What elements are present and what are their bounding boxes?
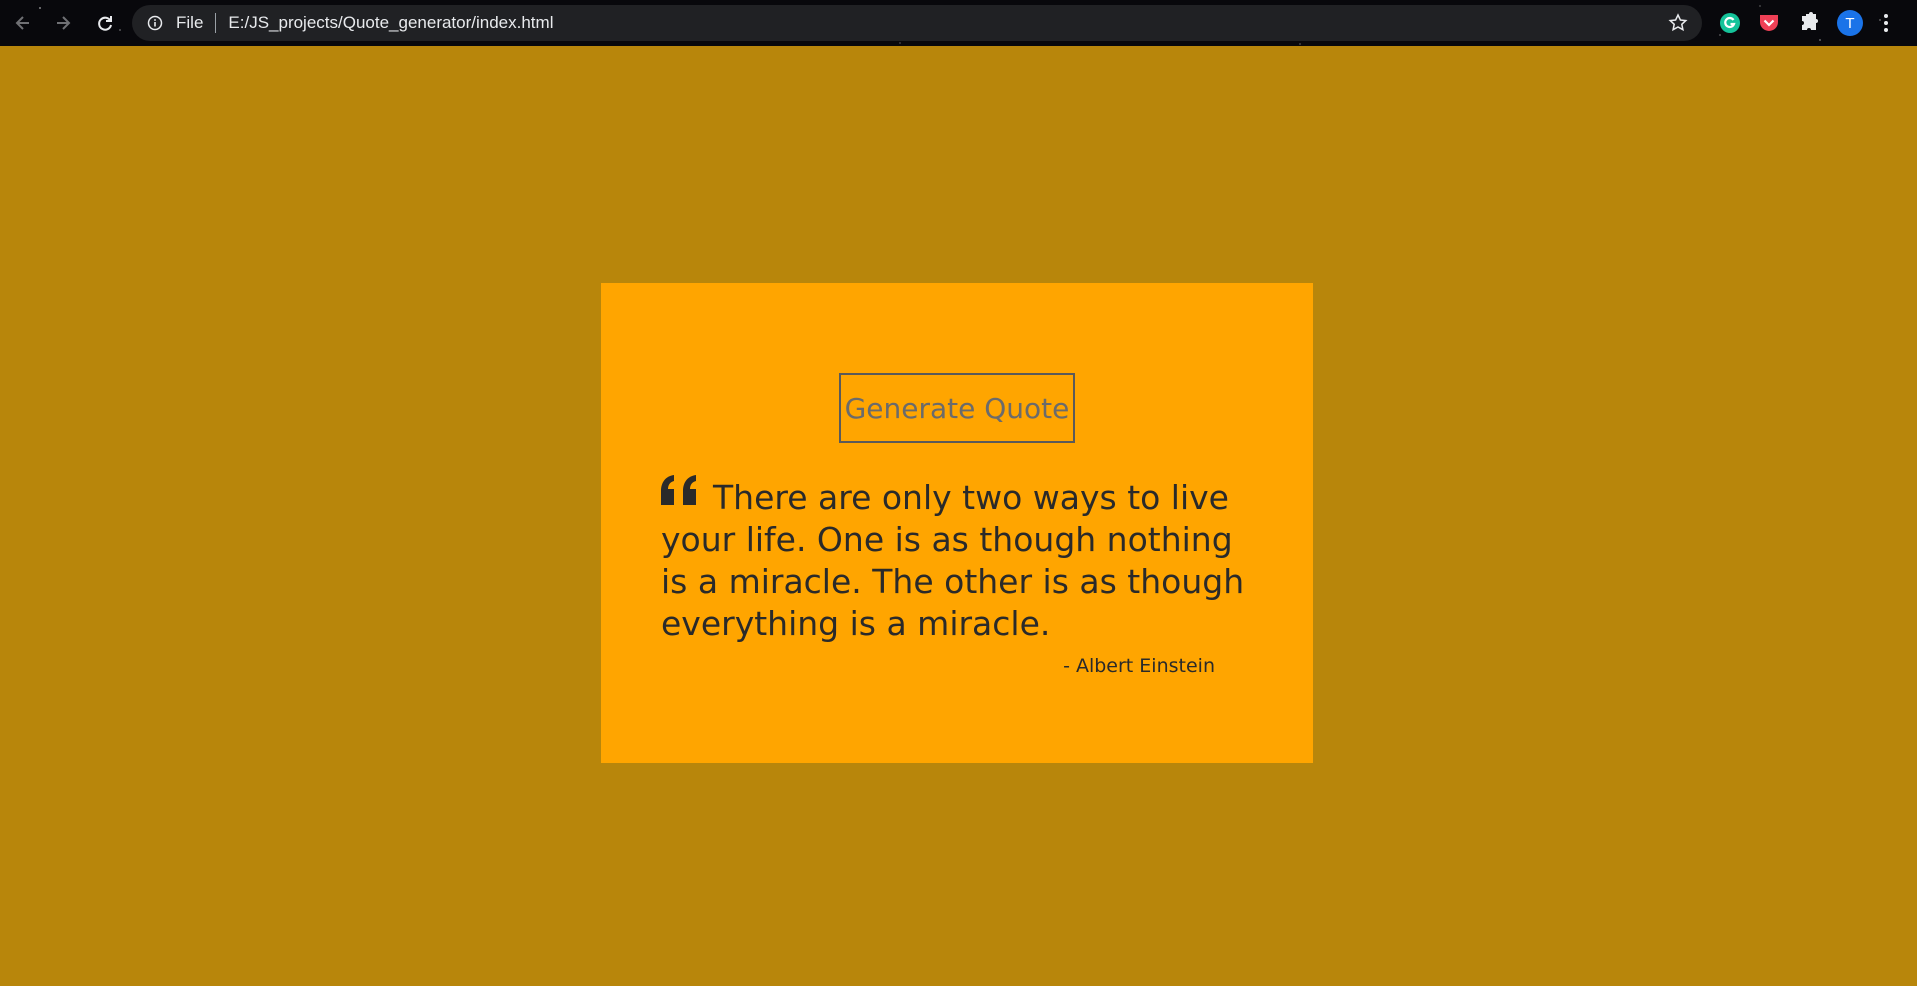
grammarly-extension[interactable] [1718, 11, 1742, 35]
back-button[interactable] [8, 8, 38, 38]
info-icon [147, 15, 163, 31]
url-text[interactable]: E:/JS_projects/Quote_generator/index.htm… [228, 13, 553, 33]
back-icon [15, 16, 29, 30]
browser-menu-button[interactable] [1882, 11, 1890, 35]
generate-quote-button[interactable]: Generate Quote [839, 373, 1075, 443]
pocket-extension[interactable] [1757, 11, 1781, 35]
site-info-label: File [176, 13, 204, 32]
star-icon [1668, 13, 1688, 32]
bookmark-button[interactable] [1668, 13, 1688, 33]
address-bar[interactable]: File E:/JS_projects/Quote_generator/inde… [132, 5, 1702, 41]
pocket-icon [1760, 15, 1778, 31]
browser-toolbar: File E:/JS_projects/Quote_generator/inde… [0, 0, 1917, 46]
menu-icon [1884, 14, 1888, 32]
reload-icon [98, 16, 112, 31]
profile-avatar[interactable]: T [1837, 10, 1863, 36]
quote-author: - Albert Einstein [1063, 655, 1215, 677]
address-separator [215, 13, 217, 33]
grammarly-icon [1720, 13, 1740, 33]
quote-text: There are only two ways to live your lif… [661, 478, 1245, 643]
extensions-icon [1802, 12, 1818, 30]
extensions-button[interactable] [1797, 11, 1821, 35]
forward-button[interactable] [48, 8, 78, 38]
quote-card: Generate Quote There are only two ways t… [601, 283, 1313, 763]
forward-icon [57, 16, 71, 30]
site-info-button[interactable] [146, 14, 164, 32]
quote-block: There are only two ways to live your lif… [661, 475, 1261, 645]
quote-left-icon [661, 475, 703, 511]
reload-button[interactable] [90, 8, 120, 38]
